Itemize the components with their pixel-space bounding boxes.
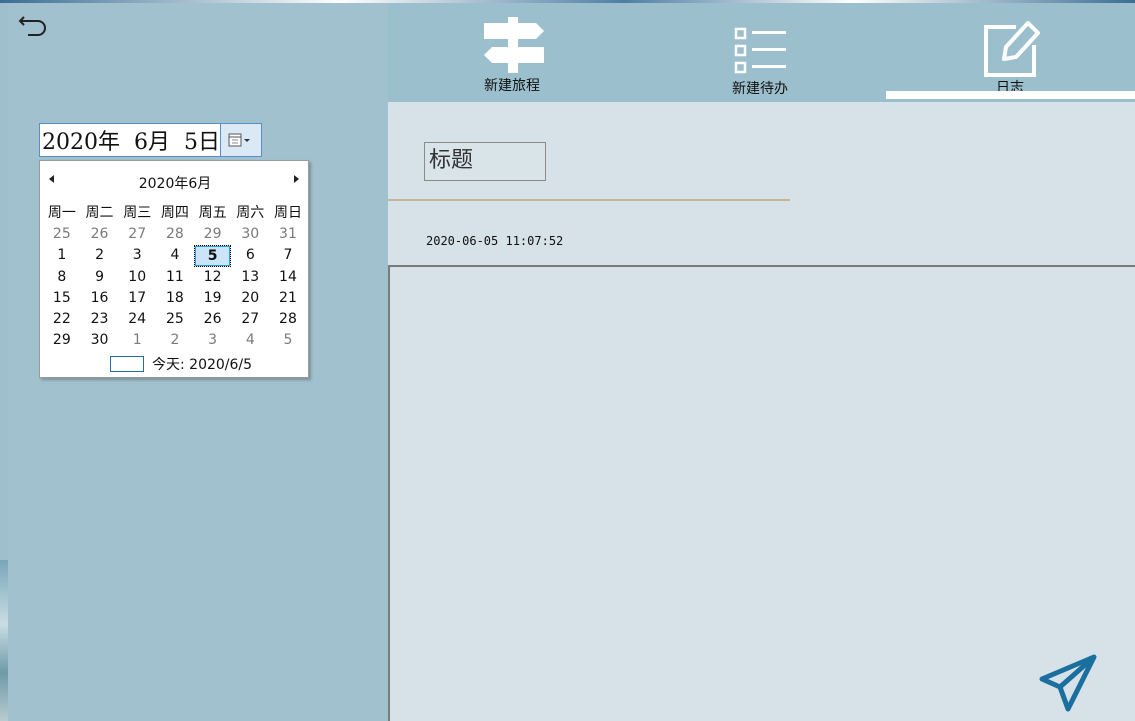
title-input[interactable]: 标题 [424,142,546,181]
calendar-day[interactable]: 13 [231,267,269,288]
calendar-day[interactable]: 26 [81,224,119,245]
calendar-day[interactable]: 5 [269,330,307,351]
calendar-next-month-button[interactable] [290,173,304,189]
calendar-day[interactable]: 26 [194,309,232,330]
calendar-day[interactable]: 14 [269,267,307,288]
calendar-day[interactable]: 11 [156,267,194,288]
calendar-day[interactable]: 8 [43,267,81,288]
calendar-day[interactable]: 3 [194,330,232,351]
calendar-day[interactable]: 30 [81,330,119,351]
calendar-day[interactable]: 1 [43,245,81,266]
calendar-day[interactable]: 4 [231,330,269,351]
weekday-header: 周四 [160,205,189,221]
new-trip-button[interactable]: 新建旅程 [458,3,578,102]
calendar-day[interactable]: 1 [118,330,156,351]
calendar-day[interactable]: 28 [269,309,307,330]
weekday-header: 周一 [47,205,76,221]
title-divider [388,199,790,201]
today-marker [110,356,144,372]
edit-note-icon [984,21,1040,77]
calendar-day[interactable]: 23 [81,309,119,330]
calendar-day[interactable]: 20 [231,288,269,309]
toolbar: 新建旅程 新建待办 日志 [388,3,1135,102]
undo-arrow-icon [18,16,46,36]
calendar-day[interactable]: 24 [118,309,156,330]
checklist-icon [734,27,786,74]
calendar-day[interactable]: 12 [194,267,232,288]
calendar-day[interactable]: 2 [81,245,119,266]
calendar-header: 2020年6月 [40,171,310,193]
calendar-day[interactable]: 21 [269,288,307,309]
calendar-day[interactable]: 5 [193,245,232,267]
date-dropdown-button[interactable] [219,124,261,156]
entry-timestamp: 2020-06-05 11:07:52 [426,234,564,248]
active-tab-indicator [886,91,1135,99]
calendar-day[interactable]: 29 [194,224,232,245]
weekday-header: 周五 [198,205,227,221]
triangle-right-icon [294,175,299,183]
calendar-day[interactable]: 4 [156,245,194,266]
weekday-header: 周三 [123,205,152,221]
weekday-header: 周二 [85,205,114,221]
calendar-day[interactable]: 27 [118,224,156,245]
journal-content-area[interactable] [388,265,1135,721]
calendar-day[interactable]: 10 [118,267,156,288]
calendar-day[interactable]: 27 [231,309,269,330]
calendar-day[interactable]: 6 [231,245,269,266]
calendar-day[interactable]: 16 [81,288,119,309]
journal-tab[interactable]: 日志 [950,3,1070,102]
calendar-day[interactable]: 19 [194,288,232,309]
calendar-grid: 周一 周二 周三 周四 周五 周六 周日 25 26 27 28 29 30 31 1 2 3 4 5 6 7 8 9 10 1… [43,202,307,352]
calendar-day[interactable]: 17 [118,288,156,309]
calendar-day[interactable]: 25 [156,309,194,330]
calendar-day[interactable]: 18 [156,288,194,309]
paper-plane-icon [1039,654,1097,712]
calendar-day[interactable]: 25 [43,224,81,245]
weekday-header: 周六 [236,205,265,221]
signpost-icon [484,17,544,73]
new-todo-label: 新建待办 [732,81,788,97]
new-trip-label: 新建旅程 [484,78,540,94]
calendar-month-title[interactable]: 2020年6月 [40,173,310,193]
calendar-day[interactable]: 31 [269,224,307,245]
calendar-day[interactable]: 2 [156,330,194,351]
today-link[interactable]: 今天: 2020/6/5 [152,354,252,374]
calendar-day[interactable]: 29 [43,330,81,351]
calendar-dropdown-icon [228,133,250,147]
new-todo-button[interactable]: 新建待办 [704,3,824,102]
calendar-popup: 2020年6月 周一 周二 周三 周四 周五 周六 周日 25 26 27 28 29 30 31 1 2 3 4… [39,160,309,378]
calendar-day[interactable]: 22 [43,309,81,330]
back-button[interactable] [18,11,54,39]
weekday-header: 周日 [273,205,302,221]
calendar-day[interactable]: 30 [231,224,269,245]
calendar-day[interactable]: 9 [81,267,119,288]
calendar-day[interactable]: 3 [118,245,156,266]
date-picker[interactable]: 2020年 6月 5日 [39,123,262,157]
calendar-day[interactable]: 28 [156,224,194,245]
calendar-day[interactable]: 15 [43,288,81,309]
calendar-footer: 今天: 2020/6/5 [110,354,252,374]
send-button[interactable] [1038,653,1100,713]
calendar-day[interactable]: 7 [269,245,307,266]
date-picker-value: 2020年 6月 5日 [42,130,220,155]
right-panel: 新建旅程 新建待办 日志 标题 2020-06-05 11:07:52 [388,3,1135,721]
